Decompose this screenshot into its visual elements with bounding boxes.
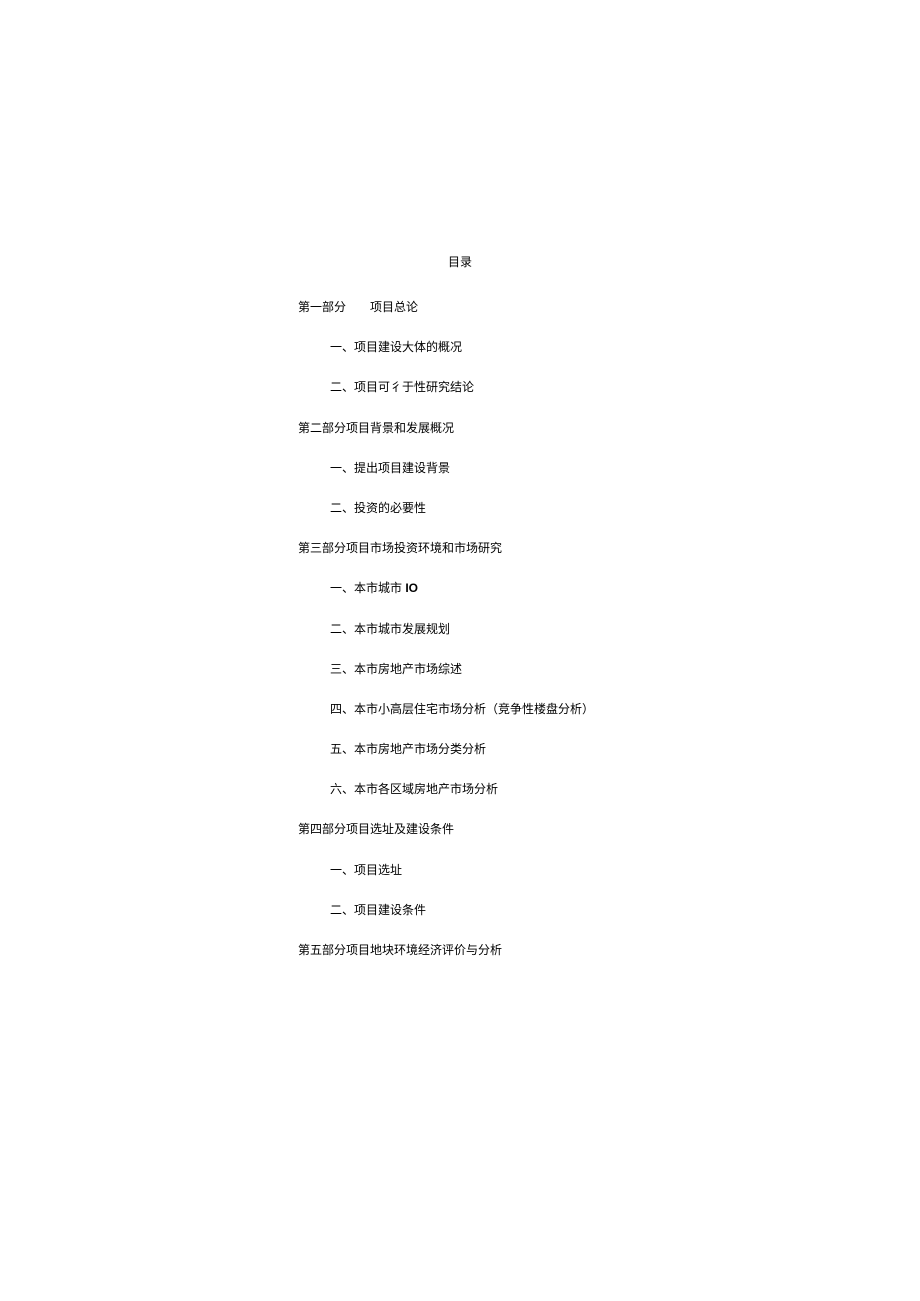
section-3-item-4: 四、本市小高层住宅市场分析（竞争性楼盘分析） [330, 700, 622, 719]
section-3-item-1-bold: IO [405, 581, 418, 595]
section-3-heading: 第三部分项目市场投资环境和市场研究 [298, 539, 622, 558]
section-3-item-2: 二、本市城市发展规划 [330, 620, 622, 639]
section-3-item-5: 五、本市房地产市场分类分析 [330, 740, 622, 759]
section-1-item-1: 一、项目建设大体的概况 [330, 338, 622, 357]
section-3-item-1: 一、本市城市 IO [330, 579, 622, 598]
section-2-item-1: 一、提出项目建设背景 [330, 459, 622, 478]
section-3-item-3: 三、本市房地产市场综述 [330, 660, 622, 679]
section-3-item-1-prefix: 一、本市城市 [330, 581, 405, 595]
section-4-item-2: 二、项目建设条件 [330, 901, 622, 920]
section-3-item-6: 六、本市各区域房地产市场分析 [330, 780, 622, 799]
section-2-item-2: 二、投资的必要性 [330, 499, 622, 518]
section-1-heading: 第一部分 项目总论 [298, 298, 622, 317]
section-1-item-2: 二、项目可彳于性研究结论 [330, 378, 622, 397]
section-4-heading: 第四部分项目选址及建设条件 [298, 820, 622, 839]
section-5-heading: 第五部分项目地块环境经济评价与分析 [298, 941, 622, 960]
document-content: 目录 第一部分 项目总论 一、项目建设大体的概况 二、项目可彳于性研究结论 第二… [298, 253, 622, 960]
section-4-item-1: 一、项目选址 [330, 861, 622, 880]
section-2-heading: 第二部分项目背景和发展概况 [298, 419, 622, 438]
document-title: 目录 [298, 253, 622, 270]
